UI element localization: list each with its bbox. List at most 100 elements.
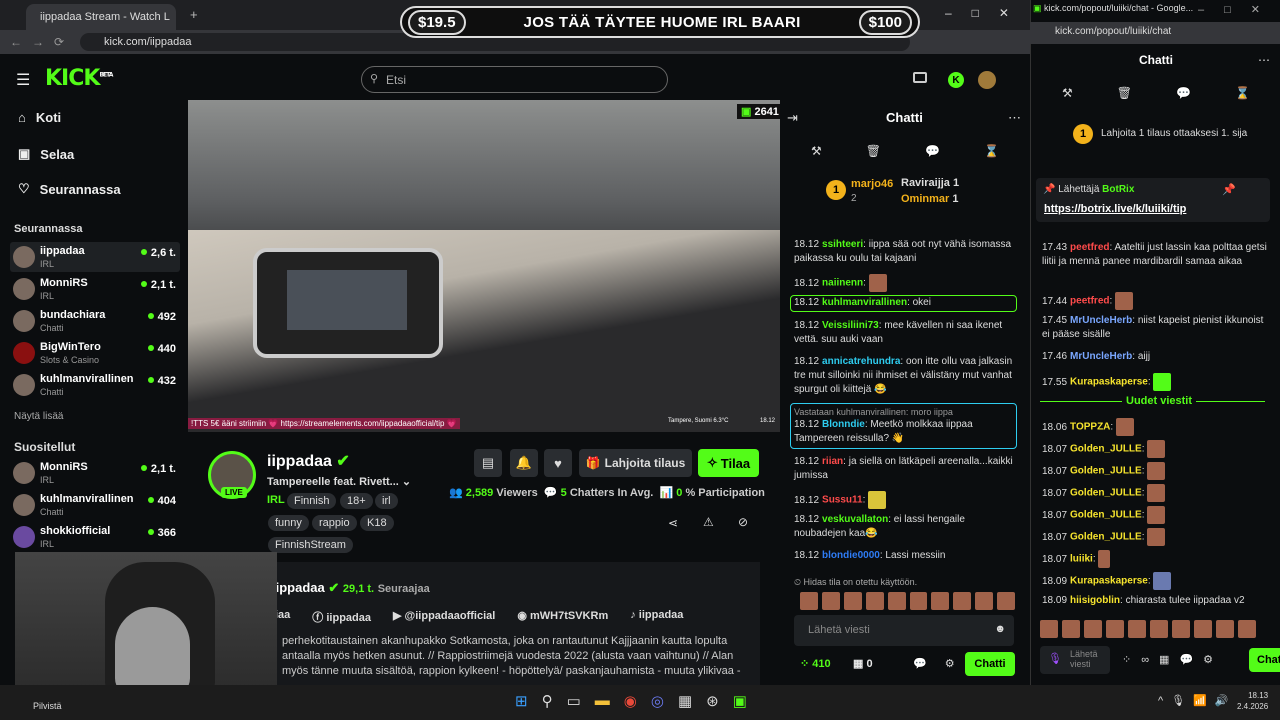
more-icon[interactable]: ⋯ bbox=[1008, 110, 1021, 126]
emote-row[interactable] bbox=[800, 592, 1016, 610]
weather-label[interactable]: Pilvistä bbox=[33, 701, 62, 711]
chat-bubble-icon[interactable]: 💬 bbox=[1176, 86, 1191, 100]
chat-options-icon[interactable]: 💬⚙ bbox=[913, 657, 973, 670]
trash-icon[interactable]: 🗑 bbox=[866, 144, 881, 158]
kick-icon: ▣ bbox=[741, 106, 755, 118]
gift-count[interactable]: ▦ 0 bbox=[853, 657, 873, 670]
top-gifter[interactable]: Ominmar 1 bbox=[901, 193, 958, 205]
tag[interactable]: rappio bbox=[312, 515, 357, 531]
sidebar-channel[interactable]: BigWinTero Slots & Casino 440 bbox=[10, 338, 180, 368]
kick-logo[interactable]: KICKBETA bbox=[45, 66, 113, 91]
clock[interactable]: 18.13 2.4.2026 bbox=[1237, 690, 1268, 712]
chat-message: 18.12 naiinenn: bbox=[794, 274, 1019, 292]
window-controls[interactable]: –□✕ bbox=[945, 6, 1029, 20]
share-icon[interactable]: ⋖ bbox=[668, 516, 678, 530]
task-view-icon[interactable]: ▭ bbox=[567, 692, 581, 710]
tag[interactable]: K18 bbox=[360, 515, 394, 531]
kick-points[interactable]: ⁘ 410 bbox=[800, 657, 831, 670]
search-input[interactable]: ⚲ Etsi bbox=[361, 66, 668, 93]
pin-icon[interactable]: 📌 bbox=[1222, 183, 1236, 196]
show-more-link[interactable]: Näytä lisää bbox=[14, 411, 63, 422]
chat-message: 18.07 Golden_JULLE: bbox=[1042, 440, 1267, 458]
sidebar-channel[interactable]: MonniRS IRL 2,1 t. bbox=[10, 274, 180, 304]
sidebar-channel[interactable]: MonniRS IRL 2,1 t. bbox=[10, 458, 180, 488]
video-player[interactable] bbox=[188, 100, 780, 432]
hourglass-icon[interactable]: ⌛ bbox=[984, 144, 999, 158]
search-icon[interactable]: ⚲ bbox=[542, 692, 553, 710]
tag[interactable]: FinnishStream bbox=[268, 537, 353, 553]
avatar[interactable] bbox=[978, 71, 996, 89]
star-icon: ✧ bbox=[706, 455, 718, 470]
window-controls[interactable]: –□✕ bbox=[1198, 3, 1280, 16]
kick-app-icon[interactable]: ▣ bbox=[733, 692, 747, 710]
clip-button[interactable]: ▤ bbox=[474, 449, 502, 477]
trash-icon[interactable]: 🗑 bbox=[1117, 86, 1132, 100]
video-viewer-count: ▣ 2641 bbox=[737, 104, 783, 119]
system-tray-icons[interactable]: ^🎙📶🔊 bbox=[1158, 694, 1237, 707]
avatar bbox=[13, 310, 35, 332]
clips-icon[interactable] bbox=[913, 72, 927, 83]
stream-title[interactable]: Tampereelle feat. Rivett... ⌄ bbox=[267, 475, 411, 488]
discord-icon[interactable]: ◎ bbox=[651, 692, 664, 710]
social-links: iaa ⓕ iippadaa ▶ @iippadaaofficial ◉ mWH… bbox=[275, 609, 683, 625]
social-link[interactable]: ♪ iippadaa bbox=[630, 609, 683, 625]
hammer-icon[interactable]: ⚒ bbox=[1062, 86, 1073, 100]
kick-points-icon[interactable]: K bbox=[948, 72, 964, 88]
chrome-icon[interactable]: ◉ bbox=[624, 692, 637, 710]
social-link[interactable]: ⓕ iippadaa bbox=[312, 609, 371, 625]
facebook-icon: ⓕ bbox=[312, 612, 324, 624]
steam-icon[interactable]: ⊛ bbox=[706, 692, 719, 710]
folder-icon[interactable]: ▬ bbox=[595, 692, 610, 710]
heart-icon[interactable]: ♥ bbox=[544, 449, 572, 477]
gift-icon: 🎁 bbox=[585, 456, 601, 470]
discord-icon: ◉ bbox=[517, 610, 527, 622]
nav-browse[interactable]: ▣ Selaa bbox=[18, 146, 74, 162]
gifter-rank-badge: 1 bbox=[826, 180, 846, 200]
hammer-icon[interactable]: ⚒ bbox=[811, 144, 822, 158]
tag[interactable]: irl bbox=[375, 493, 398, 509]
popout-send-button[interactable]: Chat bbox=[1249, 648, 1280, 672]
tag[interactable]: Finnish bbox=[287, 493, 337, 509]
app-icon[interactable]: ▦ bbox=[678, 692, 692, 710]
social-link[interactable]: iaa bbox=[275, 609, 290, 625]
collapse-chat-icon[interactable]: ⇥ bbox=[787, 110, 798, 126]
menu-icon[interactable]: ☰ bbox=[16, 70, 30, 90]
sidebar-channel[interactable]: shokkiofficial IRL 366 bbox=[10, 522, 180, 552]
gift-prompt[interactable]: Lahjoita 1 tilaus ottaaksesi 1. sija bbox=[1101, 128, 1247, 139]
browser-tab[interactable]: iippadaa Stream - Watch L✕ bbox=[26, 4, 176, 30]
tag[interactable]: 18+ bbox=[340, 493, 373, 509]
hide-icon[interactable]: ⊘ bbox=[738, 515, 748, 529]
social-link[interactable]: ▶ @iippadaaofficial bbox=[393, 609, 495, 625]
top-gifter[interactable]: marjo46 bbox=[851, 178, 893, 190]
emote-row[interactable] bbox=[1040, 620, 1270, 638]
bell-icon[interactable]: 🔔 bbox=[510, 449, 538, 477]
top-gifter[interactable]: Raviraijja 1 bbox=[901, 177, 959, 189]
stream-category[interactable]: IRL bbox=[267, 494, 285, 506]
sidebar-channel[interactable]: bundachiara Chatti 492 bbox=[10, 306, 180, 336]
nav-following[interactable]: ♡ Seurannassa bbox=[18, 181, 121, 197]
sidebar-channel[interactable]: iippadaa IRL 2,6 t. bbox=[10, 242, 180, 272]
more-icon[interactable]: ⋯ bbox=[1258, 53, 1270, 67]
chat-input[interactable]: Lähetä viesti ☻ bbox=[794, 615, 1014, 646]
nav-arrows-icon[interactable]: ←→⟳ bbox=[10, 35, 74, 49]
subscribe-button[interactable]: ✧ Tilaa bbox=[698, 449, 759, 477]
car-screen bbox=[253, 248, 443, 358]
chat-send-button[interactable]: Chatti bbox=[965, 652, 1015, 676]
gift-sub-button[interactable]: 🎁 Lahjoita tilaus bbox=[579, 449, 692, 477]
hourglass-icon[interactable]: ⌛ bbox=[1235, 86, 1250, 100]
tag[interactable]: funny bbox=[268, 515, 309, 531]
popout-chat-options[interactable]: ⁘∞▦💬⚙ bbox=[1122, 653, 1223, 666]
sidebar-channel[interactable]: kuhlmanvirallinen Chatti 432 bbox=[10, 370, 180, 400]
pinned-link[interactable]: https://botrix.live/k/luiiki/tip bbox=[1044, 203, 1186, 215]
popout-url[interactable]: kick.com/popout/luiiki/chat bbox=[1055, 26, 1171, 37]
nav-home[interactable]: ⌂ Koti bbox=[18, 110, 61, 125]
mic-icon[interactable]: 🎙 bbox=[1048, 652, 1062, 665]
sidebar-channel[interactable]: kuhlmanvirallinen Chatti 404 bbox=[10, 490, 180, 520]
report-icon[interactable]: ⚠ bbox=[703, 515, 714, 529]
chat-message: 18.12 veskuvallaton: ei lassi hengaile no… bbox=[794, 514, 965, 539]
social-link[interactable]: ◉ mWH7tSVKRm bbox=[517, 609, 608, 625]
new-tab-button[interactable]: + bbox=[190, 7, 198, 22]
chat-bubble-icon[interactable]: 💬 bbox=[925, 144, 940, 158]
windows-start-icon[interactable]: ⊞ bbox=[515, 692, 528, 710]
streamer-name[interactable]: iippadaa ✔ bbox=[267, 451, 350, 471]
